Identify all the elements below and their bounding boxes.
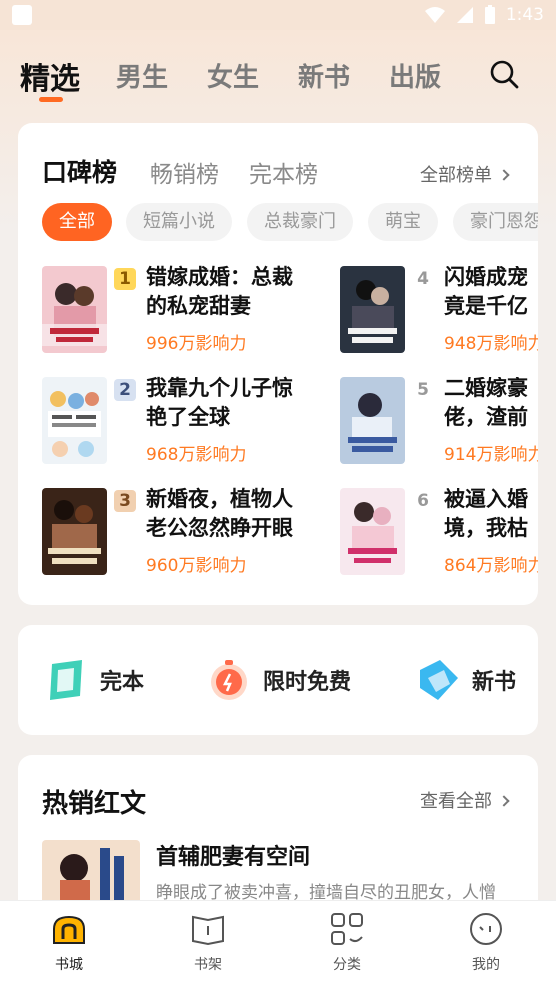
book-title-line: 被逼入婚 bbox=[444, 488, 528, 511]
nav-bookshelf[interactable]: 书架 bbox=[168, 911, 248, 974]
active-tab-indicator bbox=[39, 97, 63, 102]
ranking-tabs: 口碑榜 畅销榜 完本榜 全部榜单 bbox=[18, 153, 538, 189]
book-cover bbox=[340, 266, 405, 353]
top-nav: 精选 男生 女生 新书 出版 bbox=[0, 50, 556, 110]
feature-new-books[interactable]: 新书 bbox=[414, 655, 516, 705]
book-title-line: 闪婚成宠 bbox=[444, 266, 528, 289]
nav-label: 书架 bbox=[194, 957, 222, 973]
influence-count: 968万影响力 bbox=[146, 445, 247, 465]
signal-icon bbox=[456, 7, 473, 23]
book-title: 二婚嫁豪佬，渣前 bbox=[444, 377, 538, 432]
book-title-line: 二婚嫁豪 bbox=[444, 377, 528, 400]
book-title-line: 境，我枯 bbox=[444, 516, 528, 540]
chip-cute-baby[interactable]: 萌宝 bbox=[368, 203, 438, 241]
rank-badge: 1 bbox=[114, 268, 136, 290]
wifi-icon bbox=[424, 7, 445, 23]
tab-featured[interactable]: 精选 bbox=[20, 54, 80, 98]
chip-short-story[interactable]: 短篇小说 bbox=[126, 203, 232, 241]
book-title-line: 我靠九个儿子惊 bbox=[146, 376, 293, 400]
features-card: 完本 限时免费 新书 bbox=[18, 625, 538, 735]
view-all-label: 查看全部 bbox=[420, 791, 492, 812]
tab-male[interactable]: 男生 bbox=[116, 57, 168, 94]
ranking-item[interactable]: 3 新婚夜，植物人 老公忽然睁开眼 960万影响力 bbox=[42, 487, 302, 580]
status-bar: 1:43 bbox=[0, 0, 556, 30]
tab-publishing[interactable]: 出版 bbox=[389, 57, 441, 94]
rank-number: 5 bbox=[417, 380, 429, 400]
new-tag-icon bbox=[420, 660, 458, 700]
feature-completed[interactable]: 完本 bbox=[42, 655, 144, 705]
book-cover bbox=[340, 377, 405, 464]
tab-bestseller[interactable]: 畅销榜 bbox=[150, 155, 219, 189]
nav-category[interactable]: 分类 bbox=[307, 911, 387, 974]
category-grid-icon bbox=[331, 913, 363, 945]
nav-profile[interactable]: 我的 bbox=[446, 911, 526, 974]
tab-new-books[interactable]: 新书 bbox=[298, 57, 350, 94]
tab-female[interactable]: 女生 bbox=[207, 57, 259, 94]
chip-all[interactable]: 全部 bbox=[42, 203, 112, 241]
chip-ceo-romance[interactable]: 总裁豪门 bbox=[247, 203, 353, 241]
all-lists-label: 全部榜单 bbox=[420, 165, 492, 186]
influence-count: 948万影响力 bbox=[444, 334, 538, 354]
feature-label: 完本 bbox=[100, 670, 145, 695]
book-icon bbox=[50, 660, 82, 700]
search-icon[interactable] bbox=[488, 58, 520, 90]
nav-label: 书城 bbox=[55, 957, 83, 973]
nav-bookstore[interactable]: 书城 bbox=[29, 911, 109, 974]
book-cover bbox=[42, 266, 107, 353]
timer-icon bbox=[211, 660, 247, 700]
view-all-link[interactable]: 查看全部 bbox=[420, 787, 510, 813]
ranking-item[interactable]: 5 二婚嫁豪佬，渣前 914万影响力 bbox=[340, 377, 538, 469]
influence-count: 960万影响力 bbox=[146, 556, 247, 576]
rank-number: 6 bbox=[417, 491, 429, 511]
nav-label: 我的 bbox=[472, 957, 500, 973]
feature-label: 限时免费 bbox=[263, 670, 352, 695]
book-title: 被逼入婚境，我枯 bbox=[444, 488, 538, 543]
category-chips: 全部 短篇小说 总裁豪门 萌宝 豪门恩怨 bbox=[42, 203, 538, 243]
chip-wealthy-family[interactable]: 豪门恩怨 bbox=[453, 203, 538, 241]
rank-number: 4 bbox=[417, 269, 429, 289]
ranking-item[interactable]: 1 错嫁成婚：总裁 的私宠甜妻 996万影响力 bbox=[42, 265, 302, 358]
ranking-item[interactable]: 2 我靠九个儿子惊 艳了全球 968万影响力 bbox=[42, 376, 302, 469]
book-title: 闪婚成宠 竟是千亿 bbox=[444, 266, 538, 321]
book-title: 新婚夜，植物人 老公忽然睁开眼 bbox=[146, 485, 311, 543]
book-title-line: 的私宠甜妻 bbox=[146, 294, 251, 318]
book-title-line: 艳了全球 bbox=[146, 405, 230, 429]
book-title-line: 错嫁成婚：总裁 bbox=[146, 265, 293, 289]
book-cover bbox=[42, 377, 107, 464]
book-title-line: 新婚夜，植物人 bbox=[146, 487, 293, 511]
hot-book-title[interactable]: 首辅肥妻有空间 bbox=[156, 839, 310, 871]
feature-label: 新书 bbox=[472, 670, 517, 695]
rank-badge: 3 bbox=[114, 490, 136, 512]
ranking-item[interactable]: 4 闪婚成宠竟是千亿 948万影响力 bbox=[340, 266, 538, 358]
book-title-line: 老公忽然睁开眼 bbox=[146, 516, 293, 540]
chevron-right-icon bbox=[498, 795, 510, 807]
bookstore-icon bbox=[53, 915, 85, 944]
book-cover bbox=[340, 488, 405, 575]
book-cover bbox=[42, 488, 107, 575]
feature-limited-free[interactable]: 限时免费 bbox=[205, 655, 351, 705]
tab-completed[interactable]: 完本榜 bbox=[249, 155, 318, 189]
rank-badge: 2 bbox=[114, 379, 136, 401]
profile-icon bbox=[470, 913, 502, 945]
chevron-right-icon bbox=[498, 169, 510, 181]
notification-icon bbox=[12, 5, 32, 25]
bookshelf-icon bbox=[192, 915, 224, 946]
book-title-line: 佬，渣前 bbox=[444, 405, 528, 429]
bottom-nav: 书城 书架 分类 我的 bbox=[0, 900, 556, 989]
tab-word-of-mouth[interactable]: 口碑榜 bbox=[42, 153, 117, 189]
battery-icon bbox=[484, 5, 495, 24]
book-title: 我靠九个儿子惊 艳了全球 bbox=[146, 374, 311, 432]
ranking-card: 口碑榜 畅销榜 完本榜 全部榜单 全部 短篇小说 总裁豪门 萌宝 豪门恩怨 1 … bbox=[18, 123, 538, 605]
all-lists-link[interactable]: 全部榜单 bbox=[420, 161, 510, 187]
status-time: 1:43 bbox=[505, 5, 544, 25]
book-title-line: 竟是千亿 bbox=[444, 294, 528, 318]
nav-label: 分类 bbox=[333, 957, 361, 973]
section-title: 热销红文 bbox=[42, 789, 147, 819]
influence-count: 996万影响力 bbox=[146, 334, 247, 354]
ranking-item[interactable]: 6 被逼入婚境，我枯 864万影响力 bbox=[340, 488, 538, 580]
influence-count: 864万影响力 bbox=[444, 556, 538, 576]
book-title: 错嫁成婚：总裁 的私宠甜妻 bbox=[146, 263, 311, 321]
influence-count: 914万影响力 bbox=[444, 445, 538, 465]
